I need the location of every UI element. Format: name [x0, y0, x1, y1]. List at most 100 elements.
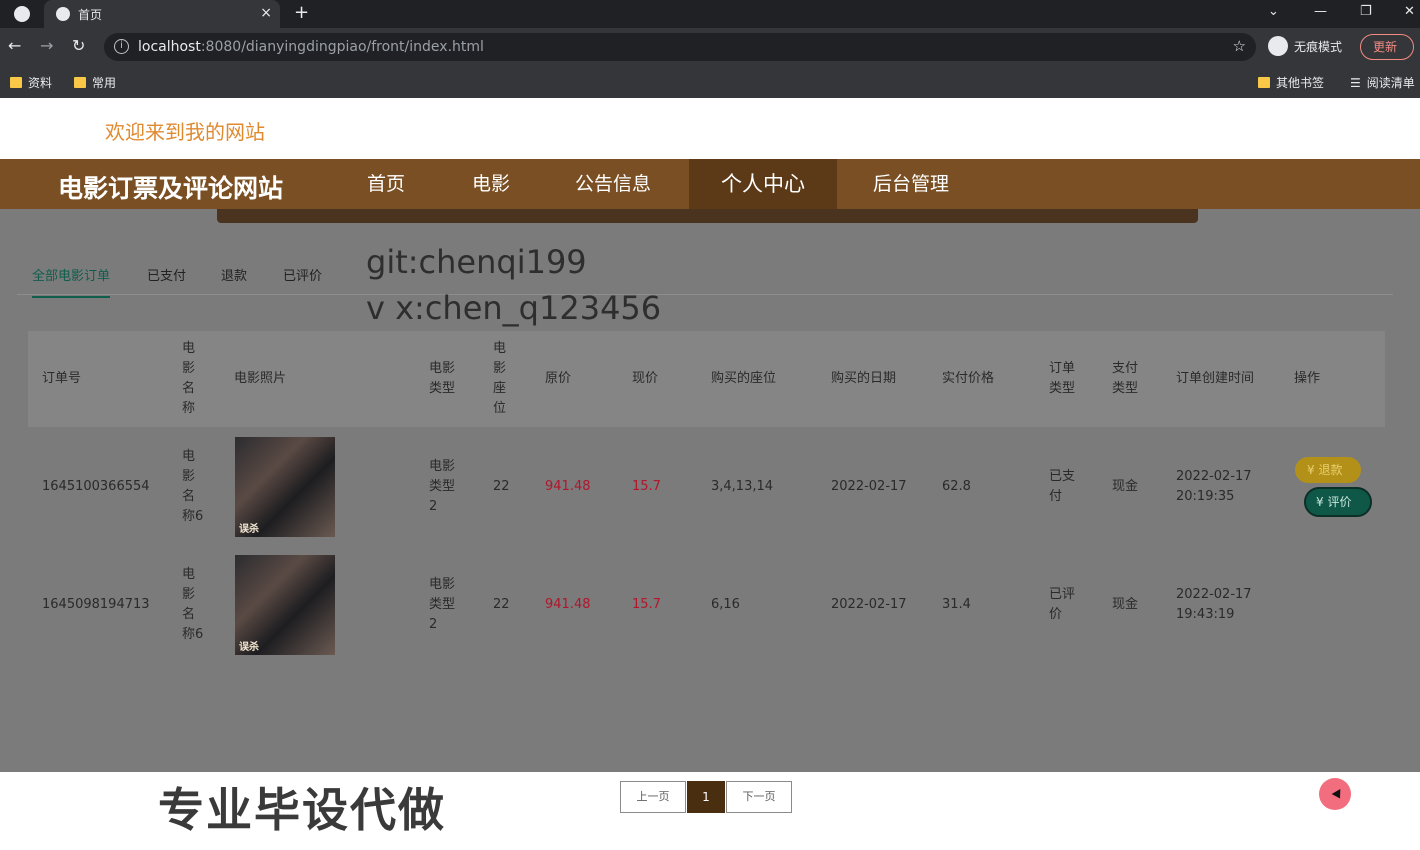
bottom-overlay-text: 专业毕设代做 [158, 783, 446, 837]
url-host: localhost [138, 39, 201, 55]
order-no: 1645098194713 [42, 597, 150, 612]
yen-icon: ¥ [1316, 495, 1328, 509]
th-date: 购买的日期 [831, 371, 897, 386]
th-current-price: 现价 [632, 371, 659, 386]
tab-search-icon[interactable]: ⌄ [1268, 4, 1279, 19]
pay-type: 现金 [1112, 597, 1139, 612]
th-movie-type: 电影 类型 [429, 361, 456, 396]
info-icon[interactable]: i [114, 39, 129, 54]
order-no: 1645100366554 [42, 479, 150, 494]
nav-announcements[interactable]: 公告信息 [548, 159, 678, 209]
current-price: 15.7 [632, 479, 661, 494]
main-nav: 电影订票及评论网站 首页 电影 公告信息 个人中心 后台管理 [0, 159, 1420, 209]
movie-name: 电 影 名 称6 [182, 567, 204, 642]
movie-poster[interactable]: 误杀 [235, 555, 335, 655]
movie-type: 电影 类型 2 [429, 577, 456, 632]
browser-menu-icon[interactable] [14, 6, 30, 22]
table-row: 1645098194713 电 影 名 称6 误杀 电影 类型 2 22 941… [28, 545, 1385, 663]
page-1-button[interactable]: 1 [687, 781, 725, 813]
bookmark-folder-ziliao[interactable]: 资料 [10, 74, 52, 91]
order-type: 已评 价 [1049, 587, 1076, 622]
th-paid: 实付价格 [942, 371, 995, 386]
pay-type: 现金 [1112, 479, 1139, 494]
welcome-text: 欢迎来到我的网站 [105, 120, 265, 144]
restore-icon[interactable]: ❐ [1360, 4, 1372, 19]
nav-personal-center[interactable]: 个人中心 [689, 159, 837, 209]
purchase-date: 2022-02-17 [831, 479, 907, 494]
movie-type: 电影 类型 2 [429, 459, 456, 514]
th-pay-type: 支付 类型 [1112, 361, 1139, 396]
refund-label: 退款 [1318, 463, 1343, 477]
orders-panel: 全部电影订单 已支付 退款 已评价 git:chenqi199 v x:chen… [0, 209, 1420, 813]
incognito-icon [1268, 36, 1288, 56]
review-button[interactable]: ¥ 评价 [1304, 487, 1372, 517]
bookmark-folder-changyong[interactable]: 常用 [74, 74, 116, 91]
next-page-button[interactable]: 下一页 [726, 781, 792, 813]
table-header: 订单号 电 影 名 称 电影照片 电影 类型 电 影 座 位 原价 现价 购买的… [28, 331, 1385, 427]
incognito-indicator[interactable]: 无痕模式 [1268, 36, 1342, 56]
th-movie-name: 电 影 名 称 [182, 341, 196, 416]
bookmarks-bar: 资料 常用 其他书签 ☰ 阅读清单 [0, 66, 1420, 98]
reading-list-icon: ☰ [1350, 75, 1361, 90]
poster-title: 误杀 [239, 524, 259, 535]
tab-title: 首页 [78, 7, 103, 22]
bookmark-label: 常用 [92, 76, 117, 90]
reading-list[interactable]: ☰ 阅读清单 [1350, 74, 1415, 91]
paid-amount: 31.4 [942, 597, 971, 612]
bookmark-star-icon[interactable]: ☆ [1233, 37, 1246, 55]
created-time: 2022-02-17 20:19:35 [1176, 469, 1252, 504]
new-tab-button[interactable]: + [294, 2, 309, 23]
forward-icon[interactable]: → [40, 36, 53, 55]
th-created: 订单创建时间 [1176, 371, 1255, 386]
folder-icon [74, 77, 86, 88]
review-label: 评价 [1327, 495, 1352, 509]
movie-name: 电 影 名 称6 [182, 449, 204, 524]
close-window-icon[interactable]: ✕ [1404, 4, 1415, 19]
close-tab-icon[interactable]: × [260, 5, 272, 21]
created-time: 2022-02-17 19:43:19 [1176, 587, 1252, 622]
nav-movies[interactable]: 电影 [441, 159, 541, 209]
th-seats: 购买的座位 [711, 371, 777, 386]
address-bar[interactable]: i localhost:8080/dianyingdingpiao/front/… [104, 33, 1256, 61]
seats: 3,4,13,14 [711, 479, 774, 494]
url-path: :8080/dianyingdingpiao/front/index.html [200, 39, 484, 55]
bookmark-label: 其他书签 [1276, 76, 1325, 90]
browser-tab[interactable]: 首页 × [44, 0, 280, 28]
overlay-git: git:chenqi199 [366, 243, 587, 281]
bookmark-other[interactable]: 其他书签 [1258, 74, 1324, 91]
tab-reviewed[interactable]: 已评价 [283, 265, 322, 284]
globe-icon [56, 7, 70, 21]
seats: 6,16 [711, 597, 740, 612]
folder-icon [1258, 77, 1270, 88]
th-order-type: 订单 类型 [1049, 361, 1076, 396]
tab-all-orders[interactable]: 全部电影订单 [32, 265, 111, 298]
movie-poster[interactable]: 误杀 [235, 437, 335, 537]
original-price: 941.48 [545, 597, 591, 612]
bookmark-label: 阅读清单 [1366, 76, 1415, 90]
refund-button[interactable]: ¥ 退款 [1295, 457, 1361, 483]
order-type: 已支 付 [1049, 469, 1076, 504]
nav-home[interactable]: 首页 [336, 159, 436, 209]
seat-no: 22 [493, 597, 510, 612]
minimize-icon[interactable]: — [1314, 4, 1327, 19]
th-movie-photo: 电影照片 [234, 371, 287, 386]
reload-icon[interactable]: ↻ [72, 36, 85, 55]
bookmark-label: 资料 [28, 76, 53, 90]
paid-amount: 62.8 [942, 479, 971, 494]
back-icon[interactable]: ← [8, 36, 21, 55]
th-order-no: 订单号 [42, 371, 82, 386]
browser-tab-strip: 首页 × + ⌄ — ❐ ✕ [0, 0, 1420, 28]
tab-refund[interactable]: 退款 [221, 265, 247, 284]
yen-icon: ¥ [1307, 463, 1319, 477]
prev-page-button[interactable]: 上一页 [620, 781, 686, 813]
tab-paid[interactable]: 已支付 [147, 265, 186, 284]
incognito-label: 无痕模式 [1294, 39, 1343, 54]
poster-title: 误杀 [239, 642, 259, 653]
dropdown-shadow [217, 209, 1198, 223]
nav-admin[interactable]: 后台管理 [846, 159, 976, 209]
orders-table: 订单号 电 影 名 称 电影照片 电影 类型 电 影 座 位 原价 现价 购买的… [28, 331, 1385, 663]
update-button[interactable]: 更新 [1360, 34, 1414, 60]
th-original-price: 原价 [545, 371, 572, 386]
browser-toolbar: ← → ↻ i localhost:8080/dianyingdingpiao/… [0, 28, 1420, 66]
order-tabs: 全部电影订单 已支付 退款 已评价 [17, 253, 1393, 298]
